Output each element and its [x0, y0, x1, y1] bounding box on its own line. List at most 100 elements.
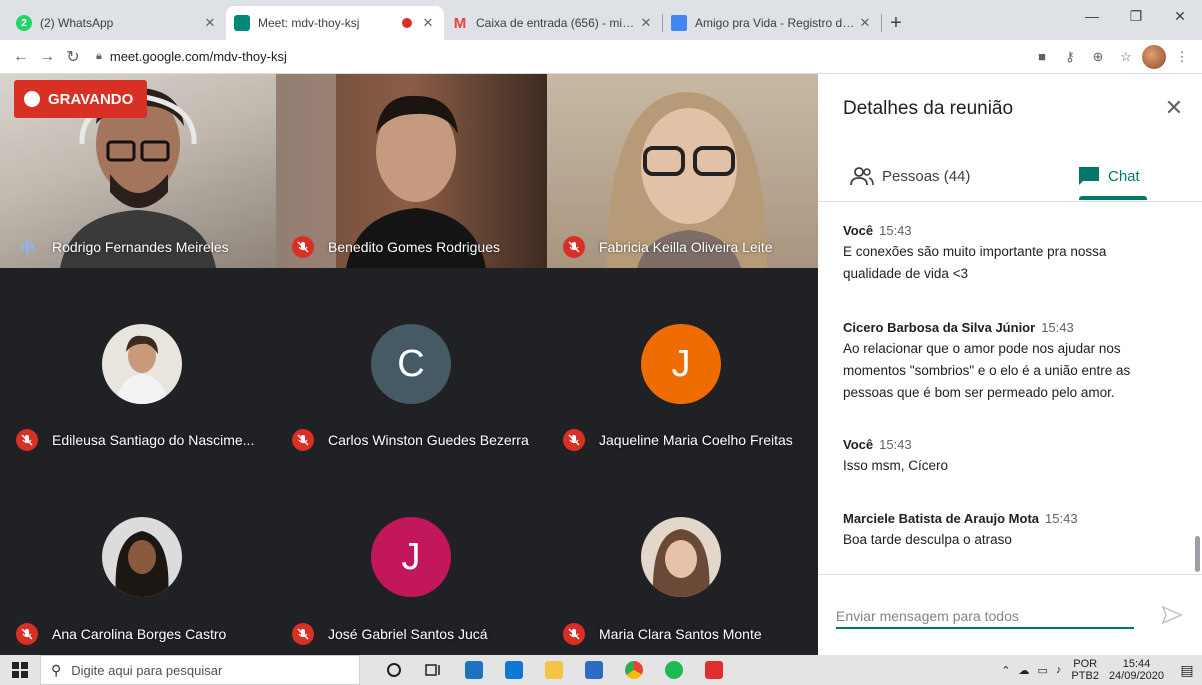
tab-people[interactable]: Pessoas (44)	[850, 152, 970, 200]
avatar: J	[371, 517, 451, 597]
participant-name: Rodrigo Fernandes Meireles	[16, 236, 229, 258]
close-icon[interactable]: ✕	[638, 15, 654, 31]
cloud-icon[interactable]: ☁	[1019, 664, 1030, 677]
forward-arrow-icon[interactable]: →	[34, 44, 60, 70]
tab-whatsapp[interactable]: 2 (2) WhatsApp ✕	[8, 6, 226, 40]
participant-name: Carlos Winston Guedes Bezerra	[292, 429, 529, 451]
search-icon: ⚲	[51, 661, 62, 678]
tab-title: Caixa de entrada (656) - michelly	[476, 16, 638, 30]
close-icon[interactable]: ✕	[420, 15, 436, 31]
message-time: 15:43	[1045, 511, 1078, 526]
participant-name: Ana Carolina Borges Castro	[16, 623, 226, 645]
participant-tile[interactable]: Maria Clara Santos Monte	[547, 461, 818, 655]
participant-name: José Gabriel Santos Jucá	[292, 623, 488, 645]
avatar	[102, 517, 182, 597]
screen: 2 (2) WhatsApp ✕ Meet: mdv-thoy-ksj ✕ M …	[0, 0, 1202, 685]
tab-meet[interactable]: Meet: mdv-thoy-ksj ✕	[226, 6, 444, 40]
participant-tile[interactable]: J José Gabriel Santos Jucá	[276, 461, 547, 655]
mic-off-icon	[292, 623, 314, 645]
chat-messages[interactable]: Você 15:43 E conexões são muito important…	[818, 202, 1202, 574]
mic-off-icon	[563, 429, 585, 451]
chevron-up-icon[interactable]: ⌃	[1001, 664, 1010, 677]
tab-forms[interactable]: Amigo pra Vida - Registro de ati ✕	[663, 6, 881, 40]
language-indicator[interactable]: POR PTB2	[1071, 658, 1099, 682]
chat-message-input[interactable]	[836, 605, 1134, 629]
close-icon[interactable]: ✕	[202, 15, 218, 31]
reload-icon[interactable]: ↻	[60, 44, 86, 70]
mic-off-icon	[16, 623, 38, 645]
participant-tile[interactable]: Ana Carolina Borges Castro	[0, 461, 276, 655]
record-dot-icon	[24, 91, 40, 107]
window-controls: — ❐ ✕	[1070, 0, 1202, 32]
speaking-indicator-icon	[16, 236, 38, 258]
taskbar-search-box[interactable]: ⚲ Digite aqui para pesquisar	[40, 655, 360, 685]
restore-icon[interactable]: ❐	[1114, 0, 1158, 32]
close-icon[interactable]: ✕	[1160, 94, 1188, 122]
participant-tile[interactable]: Edileusa Santiago do Nascime...	[0, 268, 276, 461]
avatar	[102, 324, 182, 404]
recording-badge[interactable]: GRAVANDO	[14, 80, 148, 118]
browser-toolbar: ← → ↻ 🔒︎ meet.google.com/mdv-thoy-ksj ■ …	[0, 40, 1202, 74]
mail-icon[interactable]	[494, 655, 534, 685]
tab-title: Amigo pra Vida - Registro de ati	[695, 16, 857, 30]
back-arrow-icon[interactable]: ←	[8, 44, 34, 70]
taskbar-apps	[374, 655, 734, 685]
spotify-icon[interactable]	[654, 655, 694, 685]
star-icon[interactable]: ☆	[1114, 45, 1138, 69]
meeting-grid: GRAVANDO Rodrigo Fernandes Meireles Bene…	[0, 74, 818, 655]
close-window-icon[interactable]: ✕	[1158, 0, 1202, 32]
browser-tab-strip: 2 (2) WhatsApp ✕ Meet: mdv-thoy-ksj ✕ M …	[0, 0, 1202, 40]
mic-off-icon	[16, 429, 38, 451]
key-icon[interactable]: ⚷	[1058, 45, 1082, 69]
mic-off-icon	[563, 236, 585, 258]
tab-chat[interactable]: Chat	[1078, 152, 1140, 200]
sender-name: Você	[843, 223, 874, 238]
chat-icon	[1078, 166, 1100, 186]
task-view-icon[interactable]	[414, 655, 454, 685]
minimize-icon[interactable]: —	[1070, 0, 1114, 32]
chat-message: Você 15:43 Isso msm, Cícero	[843, 437, 1163, 477]
media-player-icon[interactable]	[574, 655, 614, 685]
participant-tile[interactable]: Benedito Gomes Rodrigues	[276, 74, 547, 268]
message-text: E conexões são muito importante pra noss…	[843, 244, 1107, 281]
windows-start-icon[interactable]	[0, 655, 40, 685]
participant-tile[interactable]: J Jaqueline Maria Coelho Freitas	[547, 268, 818, 461]
tab-title: Meet: mdv-thoy-ksj	[258, 16, 360, 30]
network-icon[interactable]: ▭	[1038, 664, 1048, 677]
participant-tile[interactable]: GRAVANDO Rodrigo Fernandes Meireles	[0, 74, 276, 268]
panel-title: Detalhes da reunião	[843, 98, 1014, 119]
new-tab-button[interactable]: +	[882, 6, 910, 40]
acrobat-icon[interactable]	[694, 655, 734, 685]
chat-scrollbar[interactable]	[1195, 536, 1200, 572]
menu-dots-icon[interactable]: ⋮	[1170, 45, 1194, 69]
sender-name: Cicero Barbosa da Silva Júnior	[843, 320, 1036, 335]
system-tray: ⌃ ☁ ▭ ♪ POR PTB2 15:44 24/09/2020 ▤	[997, 655, 1202, 685]
file-explorer-icon[interactable]	[534, 655, 574, 685]
recording-label: GRAVANDO	[48, 90, 134, 108]
camera-icon[interactable]: ■	[1030, 45, 1054, 69]
mic-off-icon	[292, 236, 314, 258]
notification-icon[interactable]: ▤	[1172, 655, 1202, 685]
address-bar[interactable]: 🔒︎ meet.google.com/mdv-thoy-ksj	[86, 44, 1030, 70]
chrome-icon[interactable]	[614, 655, 654, 685]
meeting-details-panel: Detalhes da reunião ✕ Pessoas (44) Chat …	[818, 74, 1202, 655]
participant-name: Benedito Gomes Rodrigues	[292, 236, 500, 258]
close-icon[interactable]: ✕	[857, 15, 873, 31]
zoom-icon[interactable]: ⊕	[1086, 45, 1110, 69]
tab-gmail[interactable]: M Caixa de entrada (656) - michelly ✕	[444, 6, 662, 40]
send-icon[interactable]	[1158, 601, 1186, 629]
message-time: 15:43	[1041, 320, 1074, 335]
store-icon[interactable]	[454, 655, 494, 685]
message-time: 15:43	[879, 223, 912, 238]
volume-icon[interactable]: ♪	[1056, 664, 1062, 676]
participant-tile[interactable]: C Carlos Winston Guedes Bezerra	[276, 268, 547, 461]
avatar	[641, 517, 721, 597]
clock[interactable]: 15:44 24/09/2020	[1109, 658, 1164, 682]
windows-taskbar: ⚲ Digite aqui para pesquisar ⌃ ☁ ▭ ♪ POR…	[0, 655, 1202, 685]
profile-avatar[interactable]	[1142, 44, 1166, 69]
participant-tile[interactable]: Fabricia Keilla Oliveira Leite	[547, 74, 818, 268]
participant-name: Jaqueline Maria Coelho Freitas	[563, 429, 793, 451]
cortana-icon[interactable]	[374, 655, 414, 685]
participant-name: Fabricia Keilla Oliveira Leite	[563, 236, 773, 258]
tab-title: (2) WhatsApp	[40, 16, 114, 30]
